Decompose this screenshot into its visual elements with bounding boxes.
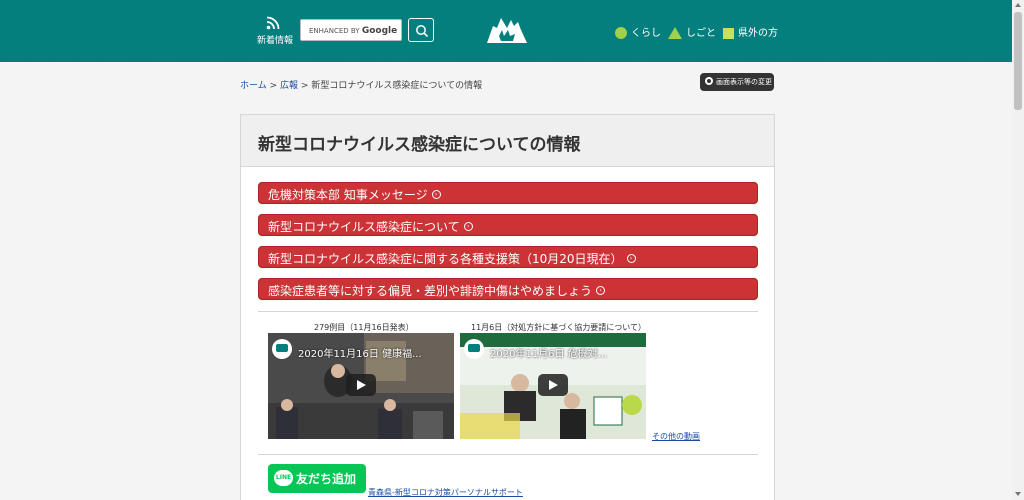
more-videos-link[interactable]: その他の動画 <box>652 431 700 442</box>
breadcrumb-home[interactable]: ホーム <box>240 81 267 91</box>
divider <box>258 311 758 312</box>
link-button-support-measures[interactable]: 新型コロナウイルス感染症に関する各種支援策（10月20日現在） › <box>258 246 758 268</box>
line-logo-icon: LINE <box>274 469 293 486</box>
video-thumbnail-1[interactable]: 2020年11月16日 健康福... <box>268 333 454 439</box>
display-settings-button[interactable]: 画面表示等の変更 <box>700 73 774 91</box>
circle-icon <box>615 27 627 39</box>
breadcrumb-section[interactable]: 広報 <box>280 81 298 91</box>
breadcrumb-separator: > <box>300 81 309 91</box>
line-support-link[interactable]: 青森県-新型コロナ対策パーソナルサポート <box>368 487 523 498</box>
breadcrumb: ホーム > 広報 > 新型コロナウイルス感染症についての情報 <box>240 78 482 91</box>
video-caption-1: 279例目（11月16日発表） <box>314 323 414 332</box>
video-thumbnail-2[interactable]: 2020年11月6日 危機対... <box>460 333 646 439</box>
channel-icon <box>272 339 292 359</box>
play-icon[interactable] <box>346 374 376 396</box>
content-panel: 新型コロナウイルス感染症についての情報 危機対策本部 知事メッセージ › 新型コロ… <box>240 114 775 500</box>
display-settings-label: 画面表示等の変更 <box>716 78 772 86</box>
nav-kurashi[interactable]: くらし <box>615 24 661 39</box>
video-caption-2: 11月6日（対処方針に基づく協力要請について） <box>471 323 647 332</box>
rss-icon <box>266 16 280 30</box>
scroll-thumb[interactable] <box>1014 12 1022 110</box>
breadcrumb-current: 新型コロナウイルス感染症についての情報 <box>311 81 483 91</box>
search-google: Google <box>361 26 398 36</box>
triangle-icon <box>668 27 682 39</box>
search-brand: ENHANCED BY <box>309 27 360 35</box>
line-button-label: 友だち追加 <box>296 472 357 486</box>
link-button-no-discrimination[interactable]: 感染症患者等に対する偏見・差別や誹謗中傷はやめましょう › <box>258 278 758 300</box>
video-title-1: 2020年11月16日 健康福... <box>298 349 422 360</box>
nav-kengai-label: 県外の方 <box>738 28 778 39</box>
breadcrumb-separator: > <box>269 81 278 91</box>
scroll-down-icon[interactable] <box>1015 492 1021 496</box>
search-icon <box>416 25 429 38</box>
rss-label: 新着情報 <box>257 36 294 46</box>
display-settings-icon <box>705 77 713 85</box>
arrow-right-icon: › <box>596 286 606 295</box>
arrow-right-icon: › <box>626 254 636 263</box>
square-icon <box>723 27 734 39</box>
nav-shigoto-label: しごと <box>686 28 716 39</box>
link-button-label: 感染症患者等に対する偏見・差別や誹謗中傷はやめましょう <box>268 284 593 298</box>
link-button-governor-message[interactable]: 危機対策本部 知事メッセージ › <box>258 182 758 204</box>
scroll-up-icon[interactable] <box>1015 3 1021 7</box>
nav-kurashi-label: くらし <box>631 28 661 39</box>
scrollbar[interactable] <box>1012 0 1024 500</box>
link-button-label: 新型コロナウイルス感染症について <box>268 220 460 234</box>
rss-link[interactable]: 新着情報 <box>257 16 294 46</box>
nav-shigoto[interactable]: しごと <box>668 24 716 39</box>
arrow-right-icon: › <box>463 222 473 231</box>
content-header: 新型コロナウイルス感染症についての情報 <box>241 115 774 167</box>
arrow-right-icon: › <box>431 190 441 199</box>
search-input[interactable]: ENHANCED BY Google <box>300 19 402 41</box>
link-button-label: 危機対策本部 知事メッセージ <box>268 188 428 202</box>
link-button-about-covid[interactable]: 新型コロナウイルス感染症について › <box>258 214 758 236</box>
divider <box>258 454 758 455</box>
header-wave <box>0 50 1012 62</box>
search-button[interactable] <box>408 18 434 42</box>
line-add-friend-button[interactable]: LINE 友だち追加 <box>268 464 366 493</box>
page-title: 新型コロナウイルス感染症についての情報 <box>258 135 581 155</box>
link-button-label: 新型コロナウイルス感染症に関する各種支援策（10月20日現在） <box>268 252 623 266</box>
play-icon[interactable] <box>538 374 568 396</box>
nav-kengai[interactable]: 県外の方 <box>723 24 778 39</box>
channel-icon <box>464 339 484 359</box>
video-title-2: 2020年11月6日 危機対... <box>490 349 608 360</box>
prefecture-logo-icon[interactable] <box>485 14 529 44</box>
